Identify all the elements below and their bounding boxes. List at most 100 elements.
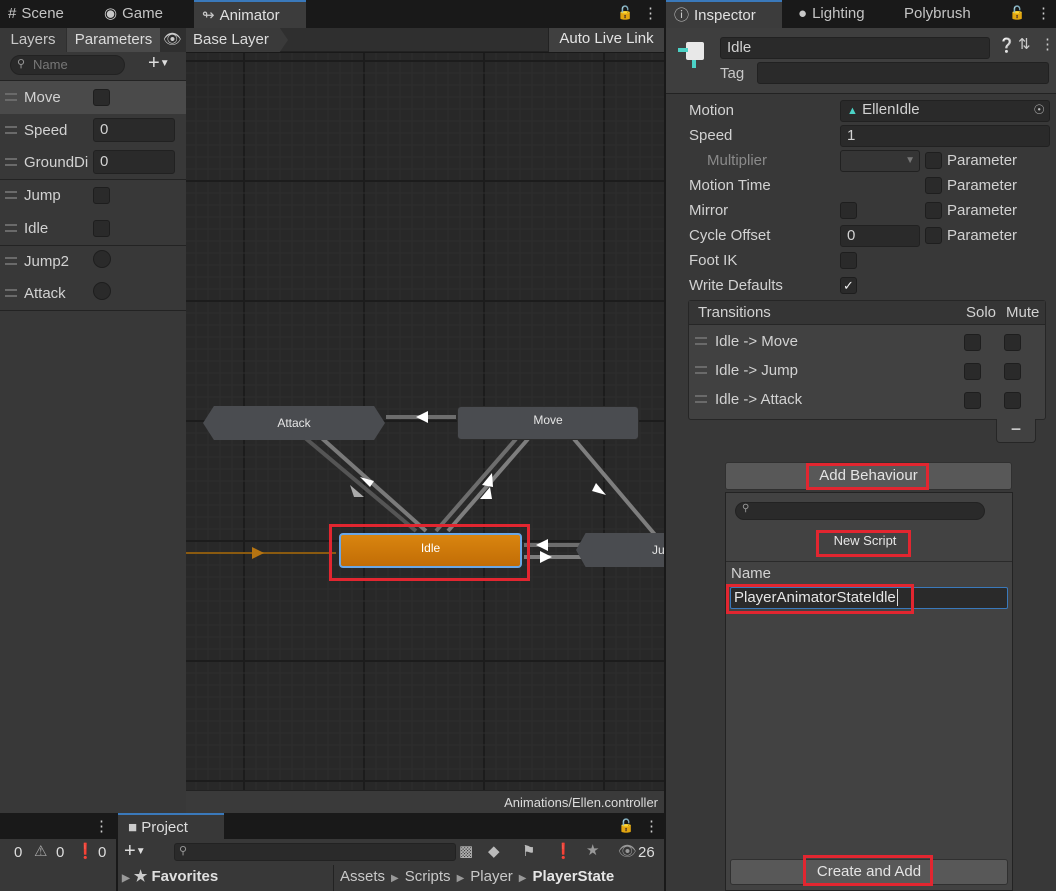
param-bool-checkbox[interactable] <box>93 89 110 106</box>
project-search-input[interactable]: ⚲ <box>174 843 456 861</box>
tab-polybrush[interactable]: Polybrush <box>896 0 979 28</box>
tab-game[interactable]: ◉ Game <box>96 0 171 28</box>
project-breadcrumb-item[interactable]: Scripts <box>405 868 451 885</box>
breadcrumb-base-layer[interactable]: Base Layer <box>186 28 288 52</box>
drag-handle-icon[interactable] <box>5 257 17 265</box>
remove-transition-button[interactable]: − <box>996 419 1036 443</box>
tab-project[interactable]: ■ Project <box>118 813 224 839</box>
param-row[interactable]: GroundDi 0 <box>0 146 186 179</box>
filter-type-icon[interactable]: ◆ <box>488 842 500 860</box>
add-parameter-button[interactable]: +▼ <box>148 52 170 75</box>
inspector-lock-icon[interactable]: 🔓 <box>1009 5 1025 21</box>
breadcrumb-chevron-icon: ▶ <box>456 873 465 884</box>
transition-label: Idle -> Jump <box>715 362 798 379</box>
tab-lighting-label: Lighting <box>812 5 865 22</box>
param-row[interactable]: Idle <box>0 212 186 245</box>
motion-time-parameter-checkbox[interactable] <box>925 177 942 194</box>
mirror-parameter-checkbox[interactable] <box>925 202 942 219</box>
transition-row[interactable]: Idle -> Jump <box>689 356 1045 385</box>
animator-graph[interactable]: Attack Move Idle Ju <box>186 53 664 790</box>
speed-label: Speed <box>689 127 733 144</box>
transition-solo-checkbox[interactable] <box>964 334 981 351</box>
multiplier-parameter-checkbox[interactable] <box>925 152 942 169</box>
foot-ik-checkbox[interactable] <box>840 252 857 269</box>
param-bool-checkbox[interactable] <box>93 220 110 237</box>
inspector-more-icon[interactable]: ⋮ <box>1036 4 1051 22</box>
state-name-field[interactable]: Idle <box>720 37 990 59</box>
transition-mute-checkbox[interactable] <box>1004 363 1021 380</box>
project-breadcrumb-item[interactable]: Assets <box>340 868 385 885</box>
alert-icon[interactable]: ❗ <box>554 842 573 860</box>
state-idle[interactable]: Idle <box>339 533 522 568</box>
param-row[interactable]: Jump2 <box>0 245 186 278</box>
project-more-icon[interactable]: ⋮ <box>644 817 659 835</box>
project-add-button[interactable]: +▼ <box>124 840 146 863</box>
tab-inspector[interactable]: ⓘ Inspector <box>666 0 782 28</box>
tab-scene[interactable]: # Scene <box>0 0 72 28</box>
drag-handle-icon[interactable] <box>5 289 17 297</box>
param-bool-checkbox[interactable] <box>93 187 110 204</box>
console-more-icon[interactable]: ⋮ <box>94 817 109 835</box>
multiplier-dropdown[interactable]: ▼ <box>840 150 920 172</box>
param-trigger-radio[interactable] <box>93 282 111 300</box>
drag-handle-icon[interactable] <box>5 224 17 232</box>
help-icon[interactable]: ❔ <box>998 37 1015 54</box>
param-float-field[interactable]: 0 <box>93 150 175 174</box>
message-count[interactable]: 0 <box>98 844 106 861</box>
transition-drag-handle-icon[interactable] <box>695 366 707 374</box>
state-move[interactable]: Move <box>457 406 639 440</box>
transition-solo-checkbox[interactable] <box>964 392 981 409</box>
drag-handle-icon[interactable] <box>5 126 17 134</box>
behaviour-search-input[interactable]: ⚲ <box>735 502 985 520</box>
mirror-checkbox[interactable] <box>840 202 857 219</box>
drag-handle-icon[interactable] <box>5 191 17 199</box>
transition-drag-handle-icon[interactable] <box>695 395 707 403</box>
write-defaults-checkbox[interactable]: ✓ <box>840 277 857 294</box>
entry-arrow-icon <box>252 547 264 559</box>
favorite-star-icon[interactable]: ★ <box>586 841 599 859</box>
object-picker-icon[interactable]: ☉ <box>1033 102 1045 118</box>
parameters-tab[interactable]: Parameters <box>67 28 160 52</box>
transition-mute-checkbox[interactable] <box>1004 392 1021 409</box>
speed-field[interactable]: 1 <box>840 125 1050 147</box>
auto-live-link-button[interactable]: Auto Live Link <box>548 28 664 52</box>
project-breadcrumb-item[interactable]: Player <box>470 868 513 885</box>
warning-count[interactable]: 0 <box>56 844 64 861</box>
transition-row[interactable]: Idle -> Move <box>689 327 1045 356</box>
param-row[interactable]: Jump <box>0 179 186 212</box>
more-menu-icon[interactable]: ⋮ <box>643 4 658 22</box>
drag-handle-icon[interactable] <box>5 158 17 166</box>
cycle-offset-field[interactable]: 0 <box>840 225 920 247</box>
transition-solo-checkbox[interactable] <box>964 363 981 380</box>
lock-icon[interactable]: 🔓 <box>617 5 633 21</box>
param-row[interactable]: Speed 0 <box>0 114 186 147</box>
search-by-type-icon[interactable]: ▩ <box>459 842 473 860</box>
state-attack[interactable]: Attack <box>203 406 385 440</box>
tab-animator[interactable]: ↬ Animator <box>194 0 306 28</box>
tab-lighting[interactable]: ● Lighting <box>790 0 873 28</box>
project-lock-icon[interactable]: 🔓 <box>618 818 634 834</box>
param-trigger-radio[interactable] <box>93 250 111 268</box>
inspector-header-more-icon[interactable]: ⋮ <box>1040 35 1055 53</box>
tag-field[interactable] <box>757 62 1049 84</box>
param-search[interactable]: ⚲ Name <box>10 55 125 75</box>
project-breadcrumb-item[interactable]: PlayerState <box>533 868 615 885</box>
eye-icon[interactable]: 👁 <box>163 30 182 48</box>
transition-drag-handle-icon[interactable] <box>695 337 707 345</box>
tab-inspector-label: Inspector <box>694 7 756 24</box>
label-icon[interactable]: ⚑ <box>522 842 535 860</box>
favorites-item[interactable]: ▶ ★ Favorites <box>118 865 333 891</box>
motion-field[interactable]: ▲ EllenIdle ☉ <box>840 100 1050 122</box>
param-row[interactable]: Move <box>0 81 186 114</box>
drag-handle-icon[interactable] <box>5 93 17 101</box>
transition-mute-checkbox[interactable] <box>1004 334 1021 351</box>
cycle-offset-parameter-checkbox[interactable] <box>925 227 942 244</box>
info-icon: ❗ <box>76 843 95 860</box>
error-count[interactable]: 0 <box>14 844 22 861</box>
layers-tab[interactable]: Layers <box>0 28 66 52</box>
preset-icon[interactable]: ⇅ <box>1018 35 1031 53</box>
transition-row[interactable]: Idle -> Attack <box>689 385 1045 414</box>
state-jump[interactable]: Ju <box>576 533 664 567</box>
param-float-field[interactable]: 0 <box>93 118 175 142</box>
param-row[interactable]: Attack <box>0 277 186 310</box>
